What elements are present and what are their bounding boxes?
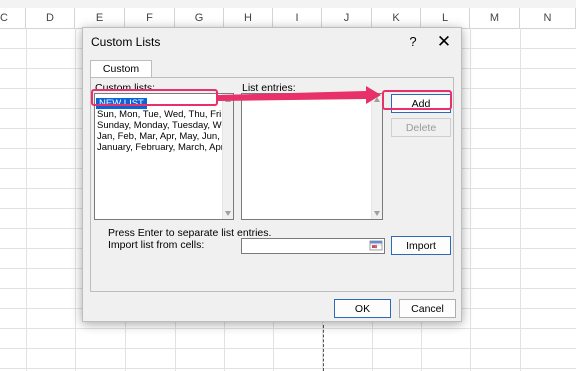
column-header-n[interactable]: N (520, 8, 576, 28)
import-button[interactable]: Import (391, 236, 451, 255)
column-header-l[interactable]: L (421, 8, 470, 28)
cancel-button[interactable]: Cancel (399, 299, 456, 318)
new-list-highlight (91, 89, 218, 106)
scroll-down-arrow-icon[interactable] (374, 211, 380, 216)
column-header-m[interactable]: M (470, 8, 520, 28)
list-item[interactable]: January, February, March, Apri (97, 142, 226, 153)
column-header-c[interactable]: C (0, 8, 26, 28)
list-item[interactable]: Sunday, Monday, Tuesday, We (97, 120, 227, 131)
scroll-up-arrow-icon[interactable] (374, 97, 380, 102)
import-range-input[interactable] (241, 238, 385, 254)
scroll-down-arrow-icon[interactable] (225, 211, 231, 216)
column-header-g[interactable]: G (175, 8, 224, 28)
gridline (26, 28, 27, 371)
column-header-k[interactable]: K (372, 8, 421, 28)
column-header-f[interactable]: F (125, 8, 175, 28)
import-label: Import list from cells: (108, 239, 205, 251)
list-item[interactable]: Sun, Mon, Tue, Wed, Thu, Fri, (97, 109, 224, 120)
list-entries-textarea[interactable] (241, 93, 383, 220)
dialog-titlebar: Custom Lists ? ✕ (83, 28, 461, 56)
column-header-d[interactable]: D (26, 8, 75, 28)
custom-lists-scrollbar[interactable] (222, 94, 233, 219)
gridline (0, 368, 576, 369)
close-icon[interactable]: ✕ (434, 32, 454, 52)
gridline (470, 28, 471, 371)
column-header-e[interactable]: E (75, 8, 125, 28)
column-header-j[interactable]: J (322, 8, 372, 28)
help-icon[interactable]: ? (403, 32, 423, 52)
delete-button[interactable]: Delete (391, 118, 451, 137)
custom-lists-dialog: Custom Lists ? ✕ Custom Lists Custom lis… (82, 27, 462, 322)
list-entries-scrollbar[interactable] (371, 94, 382, 219)
page-break-line (323, 325, 324, 371)
gridline (0, 348, 576, 349)
custom-lists-listbox[interactable]: NEW LIST Sun, Mon, Tue, Wed, Thu, Fri, S… (94, 93, 234, 220)
scroll-up-arrow-icon[interactable] (225, 97, 231, 102)
range-selector-icon[interactable] (369, 240, 383, 251)
dialog-title: Custom Lists (91, 35, 161, 49)
gridline (520, 28, 521, 371)
ok-button[interactable]: OK (334, 299, 391, 318)
gridline (0, 328, 576, 329)
column-header-h[interactable]: H (224, 8, 273, 28)
column-header-i[interactable]: I (273, 8, 322, 28)
gridline (75, 28, 76, 371)
list-item[interactable]: Jan, Feb, Mar, Apr, May, Jun, Ju (97, 131, 233, 142)
add-button-highlight (382, 90, 452, 110)
tab-custom-lists[interactable]: Custom Lists (90, 60, 152, 92)
